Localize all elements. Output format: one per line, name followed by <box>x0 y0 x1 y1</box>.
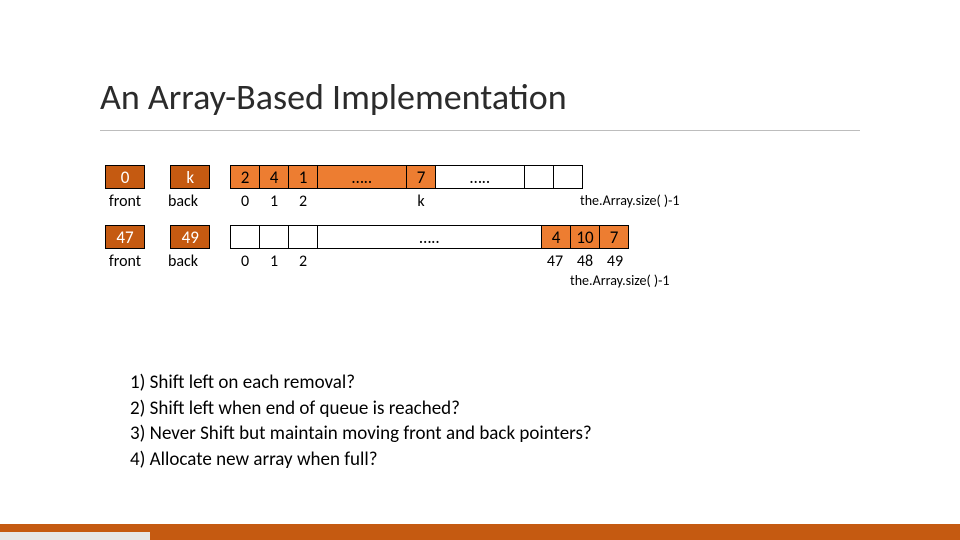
array2-empty-cell <box>230 225 260 249</box>
array1-cell: 1 <box>288 165 318 189</box>
array2-idx: 49 <box>600 252 630 271</box>
array2-ellipsis: ….. <box>317 225 542 249</box>
array2-empty-cell <box>288 225 318 249</box>
array1-empty-cell <box>524 165 554 189</box>
array1-ellipsis: ….. <box>317 165 407 189</box>
ptr1-back-cell: k <box>170 165 210 189</box>
array1-idx: k <box>406 192 436 211</box>
array2-idx: 2 <box>288 252 318 271</box>
array1-cell: 7 <box>406 165 436 189</box>
array2-cell: 10 <box>570 225 600 249</box>
array1-cell: 4 <box>259 165 289 189</box>
array1-size-label: the.Array.size( )-1 <box>580 192 680 209</box>
question-item: 3) Never Shift but maintain moving front… <box>130 421 592 447</box>
slide-title: An Array-Based Implementation <box>100 75 567 119</box>
question-list: 1) Shift left on each removal? 2) Shift … <box>130 370 592 473</box>
array1-idx: 2 <box>288 192 318 211</box>
array1-row: 241…..7….. <box>230 165 583 189</box>
ptr2-back-cell: 49 <box>170 225 210 249</box>
array2-idx: 48 <box>570 252 600 271</box>
array2-cell: 7 <box>599 225 629 249</box>
footer-accent <box>0 532 150 540</box>
array2-empty-cell <box>259 225 289 249</box>
ptr1-back-lbl: back <box>163 192 203 211</box>
array2-idx: 0 <box>230 252 260 271</box>
footer-bar <box>0 524 960 540</box>
ptr1-front-cell: 0 <box>105 165 145 189</box>
ptr2-front-cell: 47 <box>105 225 145 249</box>
ptr1-front-lbl: front <box>105 192 145 211</box>
array2-size-label: the.Array.size( )-1 <box>570 272 670 289</box>
array1-empty-cell <box>553 165 583 189</box>
question-item: 1) Shift left on each removal? <box>130 370 592 396</box>
question-item: 4) Allocate new array when full? <box>130 447 592 473</box>
array2-idx: 47 <box>540 252 570 271</box>
array2-cell: 4 <box>541 225 571 249</box>
array2-idx: 1 <box>259 252 289 271</box>
array1-cell: 2 <box>230 165 260 189</box>
array2-row: …..4107 <box>230 225 629 249</box>
title-underline <box>100 130 860 131</box>
array1-idx: 0 <box>230 192 260 211</box>
ptr2-back-lbl: back <box>163 252 203 271</box>
question-item: 2) Shift left when end of queue is reach… <box>130 396 592 422</box>
array1-idx: 1 <box>259 192 289 211</box>
array1-ellipsis: ….. <box>435 165 525 189</box>
ptr2-front-lbl: front <box>105 252 145 271</box>
